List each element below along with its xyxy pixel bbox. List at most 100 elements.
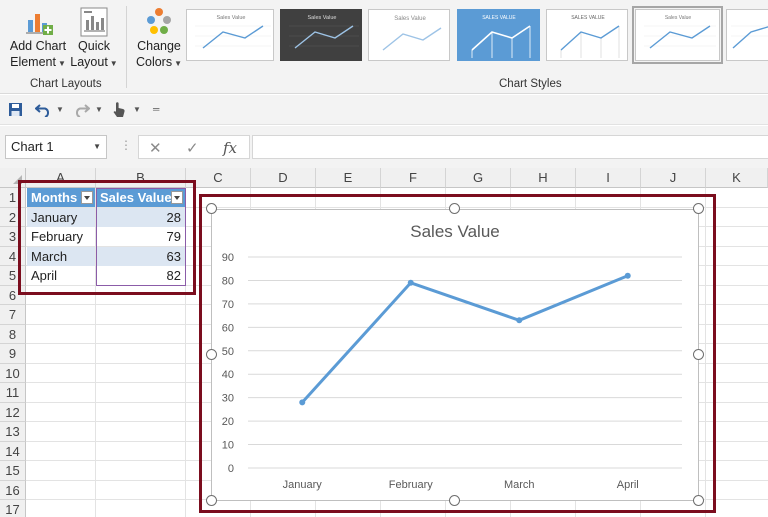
row-header[interactable]: 10	[0, 363, 26, 383]
redo-dropdown-icon[interactable]: ▼	[95, 105, 103, 114]
x-axis-tick-label: April	[617, 479, 639, 491]
resize-handle-top[interactable]	[449, 203, 460, 214]
quick-layout-button[interactable]: Quick Layout ▼	[70, 6, 118, 72]
line-chart: Sales Value 0 10 20 30 40 50 60 70 80 90 January F…	[222, 222, 682, 491]
chart-style-5-title: SALES VALUE	[571, 15, 605, 21]
chart-style-3[interactable]: Sales Value	[368, 9, 450, 61]
column-header-j[interactable]: J	[641, 168, 706, 188]
table-cell-value[interactable]: 82	[96, 266, 185, 285]
chart-styles-group-label: Chart Styles	[499, 78, 562, 90]
table-cell-month[interactable]: March	[27, 247, 95, 266]
column-header-h[interactable]: H	[511, 168, 576, 188]
table-cell-month[interactable]: February	[27, 227, 95, 246]
column-header-d[interactable]: D	[251, 168, 316, 188]
redo-icon[interactable]	[74, 102, 90, 117]
chart-style-1-title: Sales Value	[217, 15, 246, 21]
save-icon[interactable]	[8, 102, 23, 117]
table-cell-value[interactable]: 28	[96, 208, 185, 227]
column-gridline	[185, 188, 186, 517]
resize-handle-bottom-left[interactable]	[206, 495, 217, 506]
row-header[interactable]: 7	[0, 305, 26, 325]
x-axis-tick-label: March	[504, 479, 535, 491]
formula-buttons: ✕ ✓ fx	[138, 135, 250, 159]
resize-handle-top-left[interactable]	[206, 203, 217, 214]
row-header[interactable]: 6	[0, 285, 26, 305]
undo-icon[interactable]	[35, 102, 51, 117]
data-point[interactable]	[516, 317, 523, 324]
change-colors-button[interactable]: Change Colors ▼	[134, 6, 184, 72]
row-header[interactable]: 11	[0, 383, 26, 403]
row-header[interactable]: 8	[0, 324, 26, 344]
chart-style-7[interactable]	[726, 9, 768, 61]
data-point[interactable]	[407, 279, 414, 286]
column-header-b[interactable]: B	[96, 168, 186, 188]
table-cell-value[interactable]: 63	[96, 247, 185, 266]
row-header[interactable]: 16	[0, 480, 26, 500]
table-cell-value[interactable]: 79	[96, 227, 185, 246]
row-header[interactable]: 13	[0, 422, 26, 442]
chart-layouts-group-label: Chart Layouts	[30, 78, 102, 90]
chevron-down-icon: ▼	[109, 59, 118, 68]
resize-handle-left[interactable]	[206, 349, 217, 360]
column-header-k[interactable]: K	[706, 168, 768, 188]
row-header[interactable]: 3	[0, 227, 26, 247]
chart-style-2-title: Sales Value	[308, 15, 337, 21]
customize-toolbar-icon[interactable]: ═	[153, 104, 159, 114]
table-header-months[interactable]: Months	[27, 188, 95, 207]
insert-function-icon[interactable]: fx	[223, 139, 237, 157]
data-point[interactable]	[299, 399, 306, 406]
touch-mode-dropdown-icon[interactable]: ▼	[133, 105, 141, 114]
cancel-icon[interactable]: ✕	[149, 139, 162, 157]
y-axis-tick-label: 30	[222, 393, 234, 405]
column-header-g[interactable]: G	[446, 168, 511, 188]
resize-handle-bottom-right[interactable]	[693, 495, 704, 506]
filter-dropdown-icon[interactable]	[81, 191, 93, 204]
add-chart-element-button[interactable]: Add Chart Element ▼	[6, 6, 70, 72]
row-header[interactable]: 1	[0, 188, 26, 208]
touch-mode-icon[interactable]	[112, 101, 126, 118]
series-line[interactable]	[301, 274, 629, 404]
row-header[interactable]: 12	[0, 402, 26, 422]
row-header[interactable]: 2	[0, 207, 26, 227]
row-header[interactable]: 5	[0, 266, 26, 286]
chart-style-6[interactable]: Sales Value	[632, 6, 723, 64]
chart-style-1[interactable]: Sales Value	[186, 9, 274, 61]
column-header-f[interactable]: F	[381, 168, 446, 188]
y-axis-tick-label: 20	[222, 416, 234, 428]
enter-icon[interactable]: ✓	[186, 139, 199, 157]
formula-input[interactable]	[252, 135, 768, 159]
resize-handle-bottom[interactable]	[449, 495, 460, 506]
row-header[interactable]: 9	[0, 344, 26, 364]
formula-bar: Chart 1 ▼ ⋮ ✕ ✓ fx	[0, 126, 768, 168]
data-point[interactable]	[624, 272, 631, 279]
column-header-a[interactable]: A	[26, 168, 96, 188]
row-header[interactable]: 17	[0, 500, 26, 517]
chart-title[interactable]: Sales Value	[410, 222, 499, 241]
chart-style-3-title: Sales Value	[394, 16, 426, 22]
y-axis-tick-label: 10	[222, 440, 234, 452]
resize-handle-top-right[interactable]	[693, 203, 704, 214]
quick-layout-label-2: Layout	[70, 55, 108, 69]
y-axis-tick-label: 90	[222, 252, 234, 264]
undo-dropdown-icon[interactable]: ▼	[56, 105, 64, 114]
row-header[interactable]: 4	[0, 246, 26, 266]
resize-handle-right[interactable]	[693, 349, 704, 360]
row-header[interactable]: 15	[0, 461, 26, 481]
chart-style-4[interactable]: SALES VALUE	[457, 9, 540, 61]
select-all-button[interactable]	[0, 168, 26, 188]
filter-dropdown-icon[interactable]	[171, 191, 183, 204]
chevron-down-icon[interactable]: ▼	[93, 136, 101, 158]
add-chart-element-label-1: Add Chart	[9, 39, 67, 53]
table-cell-month[interactable]: January	[27, 208, 95, 227]
chart-style-5[interactable]: SALES VALUE	[546, 9, 628, 61]
column-header-c[interactable]: C	[186, 168, 251, 188]
column-header-i[interactable]: I	[576, 168, 641, 188]
table-cell-month[interactable]: April	[27, 266, 95, 285]
table-header-months-label: Months	[31, 190, 78, 205]
chart-area[interactable]: Sales Value 0 10 20 30 40 50 60 70 80 90 January F…	[211, 209, 699, 501]
row-header[interactable]: 14	[0, 441, 26, 461]
table-header-sales-value[interactable]: Sales Value	[96, 188, 185, 207]
name-box[interactable]: Chart 1 ▼	[5, 135, 107, 159]
column-header-e[interactable]: E	[316, 168, 381, 188]
chart-style-2[interactable]: Sales Value	[280, 9, 362, 61]
